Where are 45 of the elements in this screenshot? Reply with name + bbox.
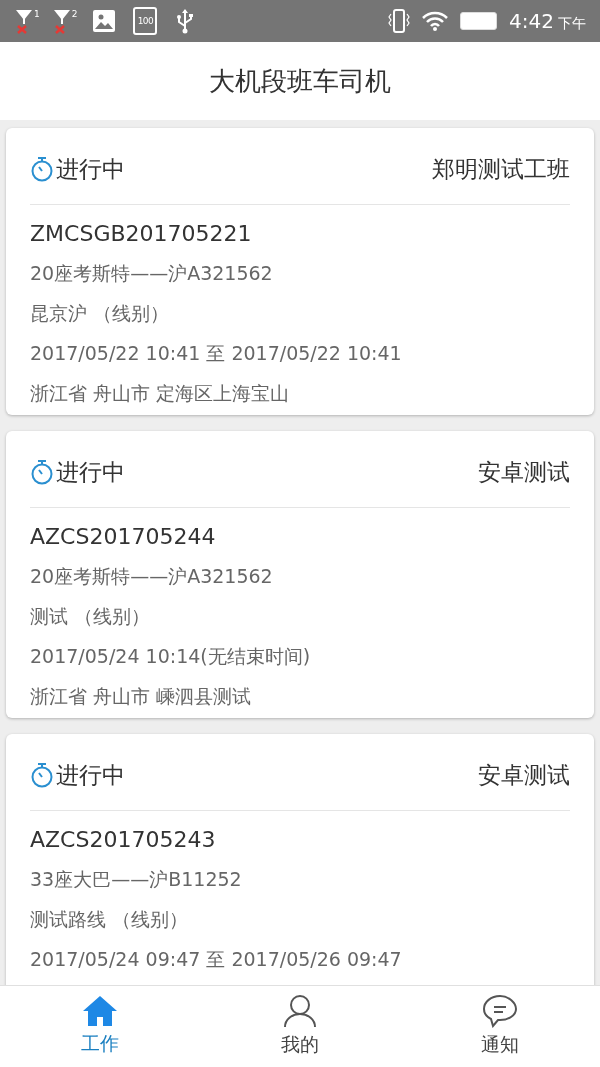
team-name: 郑明测试工班 (432, 154, 570, 184)
trip-code: AZCS201705244 (30, 522, 216, 551)
home-icon (82, 995, 118, 1028)
chat-icon (482, 994, 518, 1029)
clock-period: 下午 (558, 13, 586, 33)
trip-card[interactable]: 进行中 安卓测试 AZCS201705243 33座大巴——沪B11252 测试路线 （线别） 2017/05/24 09:47 至 2017/05/26 09:47 (6, 734, 594, 985)
no-signal-icon (14, 8, 34, 34)
stopwatch-icon (30, 459, 54, 485)
stopwatch-icon (30, 762, 54, 788)
team-name: 安卓测试 (478, 760, 570, 790)
address: 浙江省 舟山市 嵊泗县测试 (30, 683, 252, 709)
no-signal-icon (51, 8, 72, 34)
route-info: 测试 （线别） (30, 603, 151, 629)
trip-code: ZMCSGB201705221 (30, 219, 252, 248)
nav-tab[interactable]: 我的 (200, 986, 400, 1067)
route-info: 昆京沪 （线别） (30, 300, 170, 326)
storage-label: 100 (137, 16, 154, 26)
trip-status: 进行中 (56, 457, 125, 487)
image-icon (93, 10, 116, 32)
wifi-icon (422, 10, 449, 32)
time-range: 2017/05/24 09:47 至 2017/05/26 09:47 (30, 946, 402, 972)
nav-tab[interactable]: 通知 (400, 986, 600, 1067)
stopwatch-icon (30, 156, 54, 182)
trip-status: 进行中 (56, 760, 125, 790)
trip-code: AZCS201705243 (30, 825, 216, 854)
vibrate-icon (388, 8, 411, 34)
trip-card[interactable]: 进行中 郑明测试工班 ZMCSGB201705221 20座考斯特——沪A321562 昆京沪 （线别） 2017/05/22 10:41 至 2017/05/22 10:41 浙江省 舟山市 定海区上海宝山 (6, 128, 594, 415)
page-title: 大机段班车司机 (209, 64, 391, 98)
time-range: 2017/05/24 10:14(无结束时间) (30, 643, 311, 669)
trip-status: 进行中 (56, 154, 125, 184)
vehicle-info: 20座考斯特——沪A321562 (30, 260, 273, 286)
vehicle-info: 20座考斯特——沪A321562 (30, 563, 273, 589)
vehicle-info: 33座大巴——沪B11252 (30, 866, 242, 892)
sim-slot-label: 1 (34, 10, 40, 19)
person-icon (282, 994, 318, 1029)
time-range: 2017/05/22 10:41 至 2017/05/22 10:41 (30, 340, 402, 366)
clock-time: 4:42 (509, 8, 554, 35)
usb-icon (175, 8, 196, 34)
route-info: 测试路线 （线别） (30, 906, 189, 932)
address: 浙江省 舟山市 定海区上海宝山 (30, 380, 290, 406)
nav-tab[interactable]: 工作 (0, 986, 200, 1067)
trip-card[interactable]: 进行中 安卓测试 AZCS201705244 20座考斯特——沪A321562 测试 （线别） 2017/05/24 10:14(无结束时间) 浙江省 舟山市 嵊泗县测试 (6, 431, 594, 718)
team-name: 安卓测试 (478, 457, 570, 487)
sim-slot-label: 2 (71, 10, 78, 19)
battery-icon (460, 12, 498, 30)
